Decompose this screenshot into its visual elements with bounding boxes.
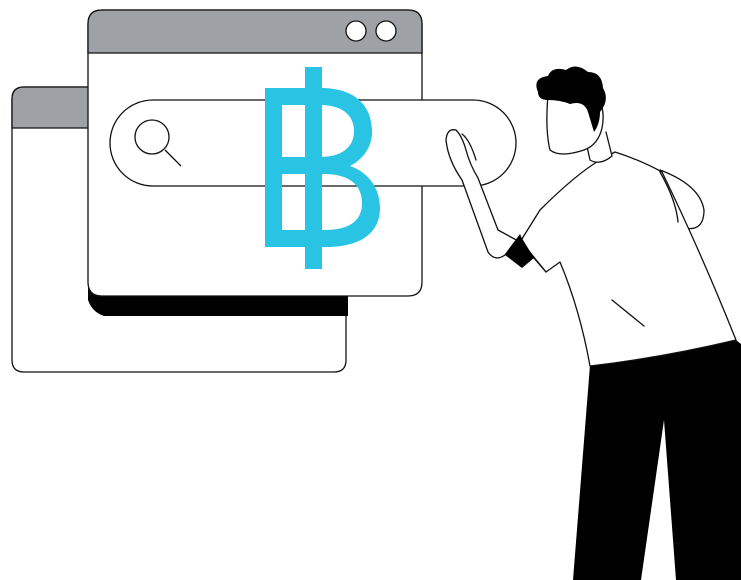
search-illustration bbox=[11, 9, 741, 580]
pants bbox=[573, 340, 741, 580]
window-control-circle[interactable] bbox=[345, 20, 367, 42]
window-control-circle[interactable] bbox=[375, 20, 397, 42]
